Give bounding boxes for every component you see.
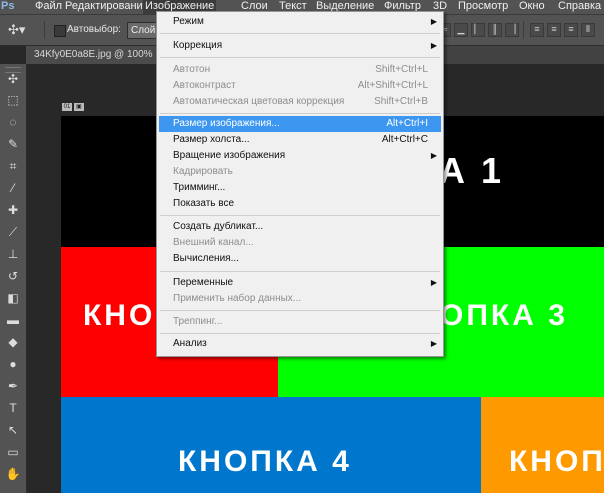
menu-file[interactable]: Файл	[33, 0, 64, 14]
menu-item-autocontrast[interactable]: Автоконтраст Alt+Shift+Ctrl+L	[157, 78, 443, 94]
clone-stamp-icon[interactable]: ⊥	[3, 245, 23, 263]
gradient-icon[interactable]: ▬	[3, 311, 23, 329]
menu-window[interactable]: Окно	[517, 0, 547, 14]
history-brush-icon[interactable]: ↺	[3, 267, 23, 285]
type-icon[interactable]: T	[3, 399, 23, 417]
menu-divider	[160, 33, 440, 34]
menu-divider	[160, 215, 440, 216]
submenu-arrow-icon: ▶	[430, 339, 437, 348]
distribute-vcenter-icon[interactable]: ≡	[547, 23, 561, 37]
submenu-arrow-icon: ▶	[430, 278, 437, 287]
align-bottom-icon[interactable]: ▁	[454, 23, 468, 37]
divider	[44, 21, 45, 39]
brush-icon[interactable]: ⟋	[3, 223, 23, 241]
hand-icon[interactable]: ✋	[3, 465, 23, 483]
crop-icon[interactable]: ⌗	[3, 157, 23, 175]
menu-item-trapping[interactable]: Треппинг...	[157, 314, 443, 330]
menu-item-adjustments[interactable]: Коррекция ▶	[157, 38, 443, 54]
canvas-block-5: КНОП	[481, 397, 604, 493]
menu-edit[interactable]: Редактирование	[63, 0, 151, 14]
submenu-arrow-icon: ▶	[430, 41, 437, 50]
distribute-top-icon[interactable]: ≡	[530, 23, 544, 37]
menu-item-autocolor[interactable]: Автоматическая цветовая коррекция Shift+…	[157, 94, 443, 110]
align-right-icon[interactable]: ▕	[505, 23, 519, 37]
lasso-icon[interactable]: ◌	[3, 113, 23, 131]
menu-item-autotone[interactable]: Автотон Shift+Ctrl+L	[157, 62, 443, 78]
eraser-icon[interactable]: ◧	[3, 289, 23, 307]
eyedropper-icon[interactable]: ⁄	[3, 179, 23, 197]
image-menu-dropdown: Режим ▶ Коррекция ▶ Автотон Shift+Ctrl+L…	[156, 11, 444, 357]
menu-item-image-size[interactable]: Размер изображения... Alt+Ctrl+I	[159, 116, 441, 132]
quick-select-icon[interactable]: ✎	[3, 135, 23, 153]
menu-item-duplicate[interactable]: Создать дубликат...	[157, 219, 443, 235]
slice-number: 01	[62, 103, 72, 111]
dodge-icon[interactable]: ●	[3, 355, 23, 373]
block-2-label: КНО	[83, 299, 156, 332]
menu-divider	[160, 113, 440, 114]
distribute-left-icon[interactable]: ⦀	[581, 23, 595, 37]
shape-icon[interactable]: ▭	[3, 443, 23, 461]
submenu-arrow-icon: ▶	[430, 151, 437, 160]
menu-item-crop[interactable]: Кадрировать	[157, 164, 443, 180]
block-5-label: КНОП	[509, 445, 604, 478]
menu-item-variables[interactable]: Переменные ▶	[157, 275, 443, 291]
menu-divider	[160, 271, 440, 272]
blur-icon[interactable]: ◆	[3, 333, 23, 351]
menu-item-analysis[interactable]: Анализ ▶	[157, 336, 443, 352]
menu-item-apply-image[interactable]: Внешний канал...	[157, 235, 443, 251]
block-4-label: КНОПКА 4	[178, 445, 352, 478]
menu-divider	[160, 333, 440, 334]
menu-item-apply-dataset[interactable]: Применить набор данных...	[157, 291, 443, 307]
block-3-label: ОПКА 3	[440, 299, 568, 332]
menu-item-canvas-size[interactable]: Размер холста... Alt+Ctrl+C	[157, 132, 443, 148]
marquee-icon[interactable]: ⬚	[3, 91, 23, 109]
menu-help[interactable]: Справка	[556, 0, 603, 14]
move-tool-icon[interactable]: ✣▾	[8, 22, 34, 38]
move-icon[interactable]: ✣	[3, 70, 23, 88]
pen-icon[interactable]: ✒	[3, 377, 23, 395]
menu-divider	[160, 310, 440, 311]
submenu-arrow-icon: ▶	[430, 17, 437, 26]
menu-item-trim[interactable]: Тримминг...	[157, 180, 443, 196]
tools-panel: ✣ ⬚ ◌ ✎ ⌗ ⁄ ✚ ⟋ ⊥ ↺ ◧ ▬ ◆ ● ✒ T ↖ ▭ ✋	[0, 64, 27, 493]
menu-item-image-rotation[interactable]: Вращение изображения ▶	[157, 148, 443, 164]
path-select-icon[interactable]: ↖	[3, 421, 23, 439]
align-left-icon[interactable]: ▏	[471, 23, 485, 37]
divider	[523, 21, 524, 39]
menu-item-mode[interactable]: Режим ▶	[157, 14, 443, 30]
slice-icon: ▣	[74, 103, 84, 111]
photoshop-logo: Ps	[1, 0, 15, 12]
document-tab[interactable]: 34Kfy0E0a8E.jpg @ 100% (к	[26, 46, 164, 64]
menu-item-calculations[interactable]: Вычисления...	[157, 251, 443, 267]
autoselect-checkbox[interactable]	[54, 25, 66, 37]
canvas-block-4: КНОПКА 4	[61, 397, 481, 493]
autoselect-label: Автовыбор:	[67, 24, 121, 35]
slice-tag: 01 ▣	[62, 103, 86, 113]
healing-brush-icon[interactable]: ✚	[3, 201, 23, 219]
align-hcenter-icon[interactable]: ║	[488, 23, 502, 37]
menu-view[interactable]: Просмотр	[456, 0, 510, 14]
menu-item-reveal-all[interactable]: Показать все	[157, 196, 443, 212]
menu-divider	[160, 57, 440, 58]
block-1-label: А 1	[439, 150, 505, 191]
distribute-bottom-icon[interactable]: ≡	[564, 23, 578, 37]
